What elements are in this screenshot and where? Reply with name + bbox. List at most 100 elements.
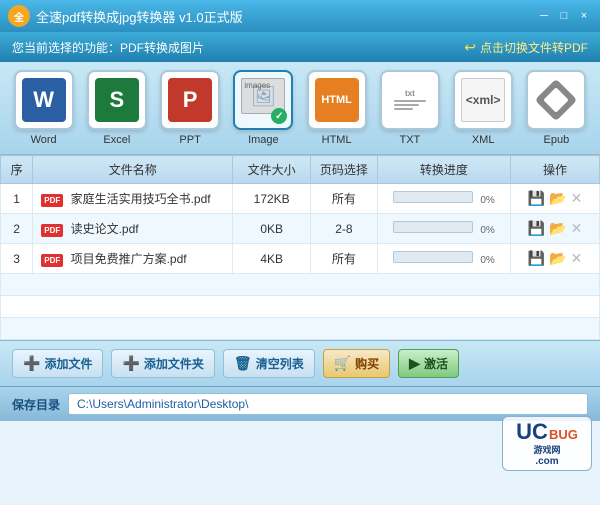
tool-html[interactable]: HTML HTML xyxy=(303,70,370,146)
row2-pages: 2-8 xyxy=(311,214,378,244)
row3-size: 4KB xyxy=(233,244,311,274)
row1-folder-icon[interactable]: 📂 xyxy=(549,190,566,207)
watermark-com: .com xyxy=(535,456,558,467)
excel-label: Excel xyxy=(103,134,130,146)
pdf-icon: PDF xyxy=(41,194,63,207)
row1-action-icons: 💾 📂 ✕ xyxy=(519,190,591,207)
row2-delete-icon[interactable]: ✕ xyxy=(571,220,583,237)
row2-actions: 💾 📂 ✕ xyxy=(511,214,600,244)
epub-icon-box[interactable] xyxy=(526,70,586,130)
tool-image[interactable]: 🖼 images ✓ Image xyxy=(230,70,297,146)
tool-xml[interactable]: <xml> XML xyxy=(450,70,517,146)
clear-list-button[interactable]: 🗑 清空列表 xyxy=(223,349,315,378)
add-folder-icon: ➕ xyxy=(122,355,139,372)
empty-row xyxy=(1,274,600,296)
file-table: 序 文件名称 文件大小 页码选择 转换进度 操作 1 PDF 家庭生活实用技巧全… xyxy=(0,155,600,340)
word-icon-box[interactable]: W xyxy=(14,70,74,130)
title-bar: 全 全速pdf转换成jpg转换器 v1.0正式版 ─ □ × xyxy=(0,0,600,32)
epub-label: Epub xyxy=(544,134,570,146)
arrow-left-icon: ↩ xyxy=(464,39,476,56)
add-folder-button[interactable]: ➕ 添加文件夹 xyxy=(111,349,214,378)
pdf-icon: PDF xyxy=(41,254,63,267)
excel-icon: S xyxy=(95,78,139,122)
app-logo: 全 xyxy=(8,5,30,27)
row2-folder-icon[interactable]: 📂 xyxy=(549,220,566,237)
row2-size: 0KB xyxy=(233,214,311,244)
current-function-label: 您当前选择的功能：PDF转换成图片 xyxy=(12,39,204,56)
activate-icon: ▶ xyxy=(409,355,420,372)
add-file-button[interactable]: ➕ 添加文件 xyxy=(12,349,103,378)
row3-progress-text: 0% xyxy=(480,255,494,266)
bottom-toolbar: ➕ 添加文件 ➕ 添加文件夹 🗑 清空列表 🛒 购买 ▶ 激活 xyxy=(0,340,600,386)
image-icon-box[interactable]: 🖼 images ✓ xyxy=(233,70,293,130)
word-icon: W xyxy=(22,78,66,122)
clear-icon: 🗑 xyxy=(234,355,252,372)
row2-seq: 2 xyxy=(1,214,33,244)
row2-save-icon[interactable]: 💾 xyxy=(528,220,545,237)
row1-pages: 所有 xyxy=(311,184,378,214)
html-icon-box[interactable]: HTML xyxy=(307,70,367,130)
close-button[interactable]: × xyxy=(576,8,592,24)
ppt-icon: P xyxy=(168,78,212,122)
row3-save-icon[interactable]: 💾 xyxy=(528,250,545,267)
empty-row xyxy=(1,318,600,340)
col-header-size: 文件大小 xyxy=(233,156,311,184)
watermark-uc: UC xyxy=(516,421,548,443)
table-row: 2 PDF 读史论文.pdf 0KB 2-8 0% 💾 📂 xyxy=(1,214,600,244)
tool-excel[interactable]: S Excel xyxy=(83,70,150,146)
pdf-icon: PDF xyxy=(41,224,63,237)
add-file-icon: ➕ xyxy=(23,355,40,372)
col-header-pages: 页码选择 xyxy=(311,156,378,184)
watermark-bug: BUG xyxy=(549,427,578,442)
image-check-icon: ✓ xyxy=(271,108,287,124)
row3-action-icons: 💾 📂 ✕ xyxy=(519,250,591,267)
save-path-label: 保存目录 xyxy=(12,396,60,413)
xml-icon: <xml> xyxy=(461,78,505,122)
html-label: HTML xyxy=(322,134,352,146)
save-path-value[interactable]: C:\Users\Administrator\Desktop\ xyxy=(68,393,588,415)
image-icon: 🖼 images ✓ xyxy=(241,78,285,122)
buy-icon: 🛒 xyxy=(334,355,351,372)
activate-button[interactable]: ▶ 激活 xyxy=(398,349,459,378)
switch-mode-link[interactable]: ↩ 点击切换文件转PDF xyxy=(464,39,588,56)
image-label: Image xyxy=(248,134,279,146)
row1-save-icon[interactable]: 💾 xyxy=(528,190,545,207)
row2-progress: 0% xyxy=(377,214,510,244)
row3-delete-icon[interactable]: ✕ xyxy=(571,250,583,267)
row2-progress-bar xyxy=(393,221,473,233)
txt-icon-box[interactable]: txt xyxy=(380,70,440,130)
ppt-label: PPT xyxy=(179,134,200,146)
table-row: 3 PDF 项目免费推广方案.pdf 4KB 所有 0% 💾 📂 xyxy=(1,244,600,274)
row1-delete-icon[interactable]: ✕ xyxy=(571,190,583,207)
tool-toolbar: W Word S Excel P PPT 🖼 images ✓ Image xyxy=(0,62,600,155)
row3-folder-icon[interactable]: 📂 xyxy=(549,250,566,267)
tool-word[interactable]: W Word xyxy=(10,70,77,146)
minimize-button[interactable]: ─ xyxy=(536,8,552,24)
row2-name: PDF 读史论文.pdf xyxy=(33,214,233,244)
row3-pages: 所有 xyxy=(311,244,378,274)
row2-progress-text: 0% xyxy=(480,225,494,236)
col-header-action: 操作 xyxy=(511,156,600,184)
app-title: 全速pdf转换成jpg转换器 v1.0正式版 xyxy=(36,7,243,26)
row1-name: PDF 家庭生活实用技巧全书.pdf xyxy=(33,184,233,214)
ppt-icon-box[interactable]: P xyxy=(160,70,220,130)
xml-icon-box[interactable]: <xml> xyxy=(453,70,513,130)
row1-progress-bar xyxy=(393,191,473,203)
buy-button[interactable]: 🛒 购买 xyxy=(323,349,390,378)
col-header-progress: 转换进度 xyxy=(377,156,510,184)
watermark-sub: 游戏网 xyxy=(533,443,560,456)
tool-epub[interactable]: Epub xyxy=(523,70,590,146)
table-row: 1 PDF 家庭生活实用技巧全书.pdf 172KB 所有 0% 💾 📂 xyxy=(1,184,600,214)
empty-row xyxy=(1,296,600,318)
maximize-button[interactable]: □ xyxy=(556,8,572,24)
row1-progress: 0% xyxy=(377,184,510,214)
word-label: Word xyxy=(31,134,57,146)
row1-seq: 1 xyxy=(1,184,33,214)
row3-progress-bar xyxy=(393,251,473,263)
excel-icon-box[interactable]: S xyxy=(87,70,147,130)
row1-actions: 💾 📂 ✕ xyxy=(511,184,600,214)
main-content: 序 文件名称 文件大小 页码选择 转换进度 操作 1 PDF 家庭生活实用技巧全… xyxy=(0,155,600,340)
title-bar-left: 全 全速pdf转换成jpg转换器 v1.0正式版 xyxy=(8,5,243,27)
tool-ppt[interactable]: P PPT xyxy=(157,70,224,146)
tool-txt[interactable]: txt TXT xyxy=(376,70,443,146)
